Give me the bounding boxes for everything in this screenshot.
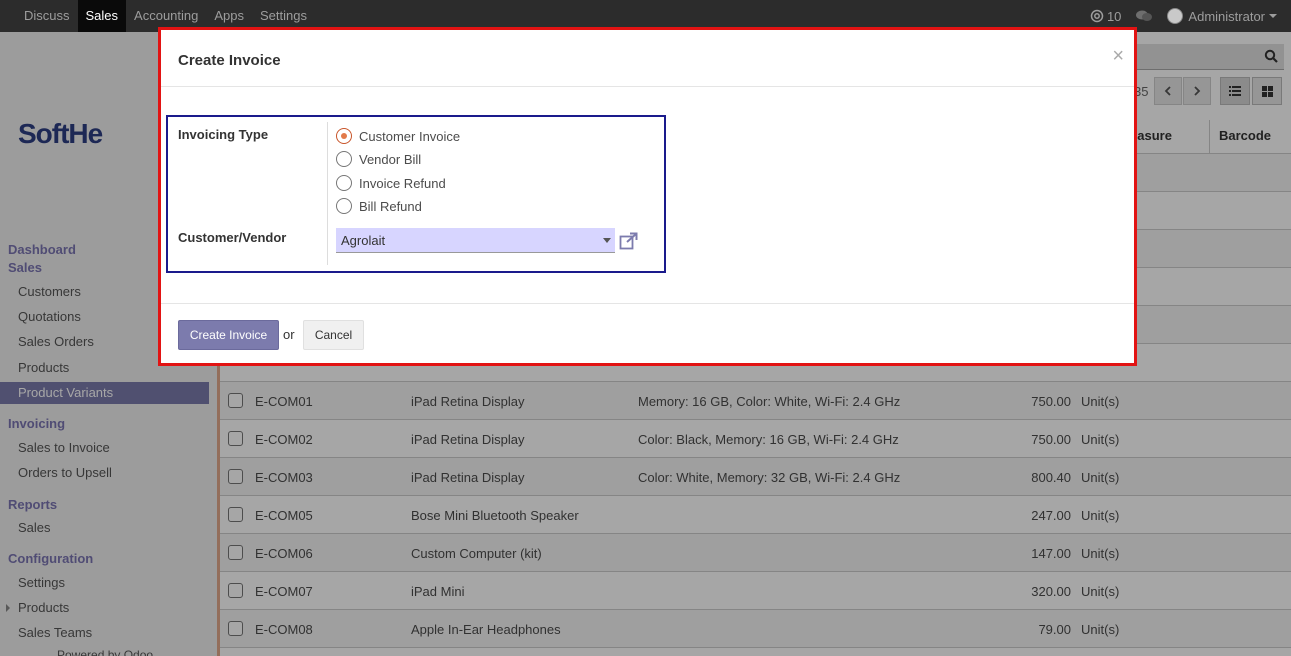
messages-count: 10: [1106, 8, 1122, 24]
caret-down-icon: [1269, 14, 1277, 18]
radio-label: Invoice Refund: [359, 175, 446, 191]
radio-label: Bill Refund: [359, 198, 422, 214]
menu-sales[interactable]: Sales: [77, 0, 127, 32]
chat-bubbles-icon: [1136, 10, 1153, 21]
form-divider: [327, 122, 328, 265]
radio-invoice-refund[interactable]: Invoice Refund: [336, 175, 446, 191]
dialog-footer: Create Invoice or Cancel: [161, 303, 1134, 366]
avatar: [1167, 8, 1184, 24]
radio-button[interactable]: [336, 151, 352, 167]
radio-button[interactable]: [336, 128, 352, 144]
create-invoice-dialog: Create Invoice × Invoicing Type Customer…: [158, 27, 1137, 366]
invoice-form: Invoicing Type Customer Invoice Vendor B…: [166, 115, 666, 273]
user-name: Administrator: [1188, 8, 1265, 24]
radio-customer-invoice[interactable]: Customer Invoice: [336, 128, 460, 144]
radio-label: Vendor Bill: [359, 151, 422, 167]
radio-button[interactable]: [336, 175, 352, 191]
messages-indicator[interactable]: 10: [1090, 9, 1121, 24]
user-menu[interactable]: Administrator: [1167, 8, 1277, 24]
radio-label: Customer Invoice: [359, 128, 461, 144]
radio-vendor-bill[interactable]: Vendor Bill: [336, 151, 421, 167]
dialog-header: Create Invoice ×: [161, 30, 1134, 87]
radio-button[interactable]: [336, 198, 352, 214]
dialog-title: Create Invoice: [178, 52, 281, 69]
external-link-icon[interactable]: [619, 232, 639, 250]
customer-vendor-select[interactable]: Agrolait: [336, 228, 615, 253]
close-icon[interactable]: ×: [1112, 46, 1124, 66]
menu-discuss[interactable]: Discuss: [16, 0, 78, 32]
at-icon: [1090, 9, 1104, 23]
invoicing-type-label: Invoicing Type: [178, 127, 269, 142]
radio-bill-refund[interactable]: Bill Refund: [336, 198, 422, 214]
caret-down-icon[interactable]: [603, 238, 611, 243]
or-text: or: [283, 327, 295, 342]
selected-partner: Agrolait: [341, 233, 386, 248]
customer-vendor-label: Customer/Vendor: [178, 230, 287, 245]
cancel-button[interactable]: Cancel: [303, 320, 364, 350]
create-invoice-button[interactable]: Create Invoice: [178, 320, 279, 350]
chat-indicator[interactable]: [1135, 9, 1153, 23]
